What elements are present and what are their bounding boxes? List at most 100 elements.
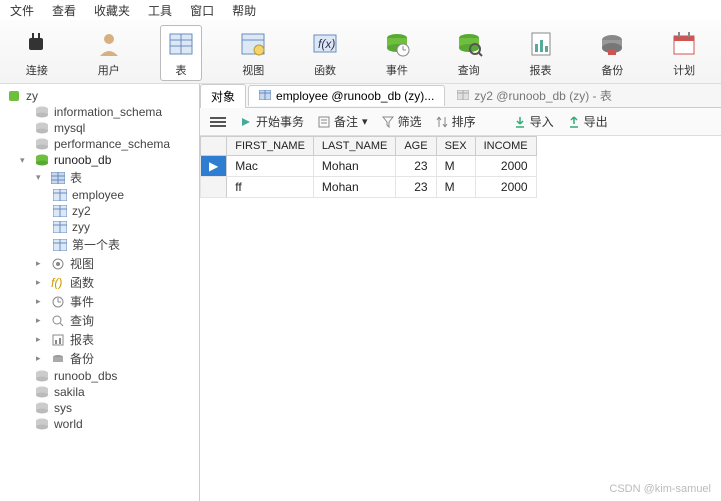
row-marker: ▶ — [201, 156, 227, 177]
database-icon — [34, 105, 50, 119]
ribbon-label: 查询 — [458, 62, 480, 78]
ribbon-label: 计划 — [673, 62, 695, 78]
col-header[interactable]: INCOME — [475, 137, 536, 156]
tree-db[interactable]: sys — [2, 400, 197, 416]
cell[interactable]: 2000 — [475, 156, 536, 177]
cell[interactable]: 2000 — [475, 177, 536, 198]
database-icon — [34, 121, 50, 135]
menu-view[interactable]: 查看 — [52, 2, 76, 19]
cell[interactable]: ff — [227, 177, 314, 198]
folder-icon: f() — [50, 276, 66, 290]
folder-icon — [50, 314, 66, 328]
folder-icon — [50, 257, 66, 271]
tab-employee[interactable]: employee @runoob_db (zy)... — [248, 85, 445, 106]
database-icon — [34, 153, 50, 167]
cell[interactable]: Mohan — [313, 156, 395, 177]
col-header[interactable]: LAST_NAME — [313, 137, 395, 156]
menu-favorites[interactable]: 收藏夹 — [94, 2, 130, 19]
tree-db[interactable]: performance_schema — [2, 136, 197, 152]
sort-button[interactable]: 排序 — [436, 113, 476, 130]
tree-folder[interactable]: ▸f()函数 — [2, 273, 197, 292]
plan-icon — [668, 28, 700, 60]
tree-db[interactable]: information_schema — [2, 104, 197, 120]
row-marker-header — [201, 137, 227, 156]
menu-tools[interactable]: 工具 — [148, 2, 172, 19]
event-icon — [381, 28, 413, 60]
table-icon — [52, 204, 68, 218]
query-icon — [453, 28, 485, 60]
filter-button[interactable]: 筛选 — [382, 113, 422, 130]
tree-db[interactable]: mysql — [2, 120, 197, 136]
tree-tables-folder[interactable]: ▾ 表 — [2, 168, 197, 187]
tabbar: 对象 employee @runoob_db (zy)... zy2 @runo… — [200, 84, 721, 108]
data-grid[interactable]: FIRST_NAMELAST_NAMEAGESEXINCOME ▶MacMoha… — [200, 136, 721, 501]
report-icon — [525, 28, 557, 60]
menu-window[interactable]: 窗口 — [190, 2, 214, 19]
ribbon-label: 报表 — [530, 62, 552, 78]
plug-icon — [21, 28, 53, 60]
col-header[interactable]: SEX — [436, 137, 475, 156]
database-icon — [34, 369, 50, 383]
tab-zy2[interactable]: zy2 @runoob_db (zy) - 表 — [447, 84, 622, 107]
table-icon — [457, 89, 469, 103]
table-row[interactable]: ffMohan23M2000 — [201, 177, 537, 198]
cell[interactable]: M — [436, 177, 475, 198]
ribbon-report[interactable]: 报表 — [520, 28, 562, 78]
tree-db[interactable]: sakila — [2, 384, 197, 400]
import-button[interactable]: 导入 — [514, 113, 554, 130]
tree-db[interactable]: runoob_dbs — [2, 368, 197, 384]
tree-folder[interactable]: ▸视图 — [2, 254, 197, 273]
ribbon-label: 视图 — [242, 62, 264, 78]
tree-table[interactable]: employee — [2, 187, 197, 203]
ribbon-label: 表 — [175, 62, 186, 78]
tree-db-open[interactable]: ▾ runoob_db — [2, 152, 197, 168]
tree-db[interactable]: world — [2, 416, 197, 432]
chevron-down-icon: ▾ — [36, 172, 46, 183]
cell[interactable]: Mac — [227, 156, 314, 177]
start-transaction-button[interactable]: 开始事务 — [240, 113, 304, 130]
chevron-right-icon: ▸ — [36, 277, 46, 288]
col-header[interactable]: FIRST_NAME — [227, 137, 314, 156]
ribbon-query[interactable]: 查询 — [448, 28, 490, 78]
sidebar: zy information_schemamysqlperformance_sc… — [0, 84, 200, 501]
ribbon-table[interactable]: 表 — [160, 25, 203, 81]
database-icon — [34, 417, 50, 431]
tree-folder[interactable]: ▸查询 — [2, 311, 197, 330]
table-icon — [52, 238, 68, 252]
svg-text:f(): f() — [51, 277, 62, 289]
cell[interactable]: 23 — [396, 177, 436, 198]
ribbon-plan[interactable]: 计划 — [663, 28, 705, 78]
menu-icon[interactable] — [210, 116, 226, 128]
export-button[interactable]: 导出 — [568, 113, 608, 130]
tree-folder[interactable]: ▸备份 — [2, 349, 197, 368]
folder-icon — [50, 295, 66, 309]
tree-connection[interactable]: zy — [2, 88, 197, 104]
tree-folder[interactable]: ▸报表 — [2, 330, 197, 349]
menu-file[interactable]: 文件 — [10, 2, 34, 19]
menu-help[interactable]: 帮助 — [232, 2, 256, 19]
chevron-right-icon: ▸ — [36, 353, 46, 364]
col-header[interactable]: AGE — [396, 137, 436, 156]
tree-table[interactable]: zy2 — [2, 203, 197, 219]
cell[interactable]: M — [436, 156, 475, 177]
ribbon-view[interactable]: 视图 — [232, 28, 274, 78]
ribbon-user[interactable]: 用户 — [88, 28, 130, 78]
note-button[interactable]: 备注 ▾ — [318, 113, 368, 130]
row-marker — [201, 177, 227, 198]
cell[interactable]: 23 — [396, 156, 436, 177]
tree-table[interactable]: zyy — [2, 219, 197, 235]
ribbon-plug[interactable]: 连接 — [16, 28, 58, 78]
table-row[interactable]: ▶MacMohan23M2000 — [201, 156, 537, 177]
user-icon — [93, 28, 125, 60]
ribbon-backup[interactable]: 备份 — [591, 28, 633, 78]
tab-objects[interactable]: 对象 — [200, 84, 246, 108]
tree-folder[interactable]: ▸事件 — [2, 292, 197, 311]
ribbon-fx[interactable]: f(x)函数 — [304, 28, 346, 78]
tree-table[interactable]: 第一个表 — [2, 235, 197, 254]
chevron-right-icon: ▸ — [36, 296, 46, 307]
folder-icon — [50, 333, 66, 347]
ribbon-event[interactable]: 事件 — [376, 28, 418, 78]
fx-icon: f(x) — [309, 28, 341, 60]
cell[interactable]: Mohan — [313, 177, 395, 198]
database-icon — [34, 137, 50, 151]
